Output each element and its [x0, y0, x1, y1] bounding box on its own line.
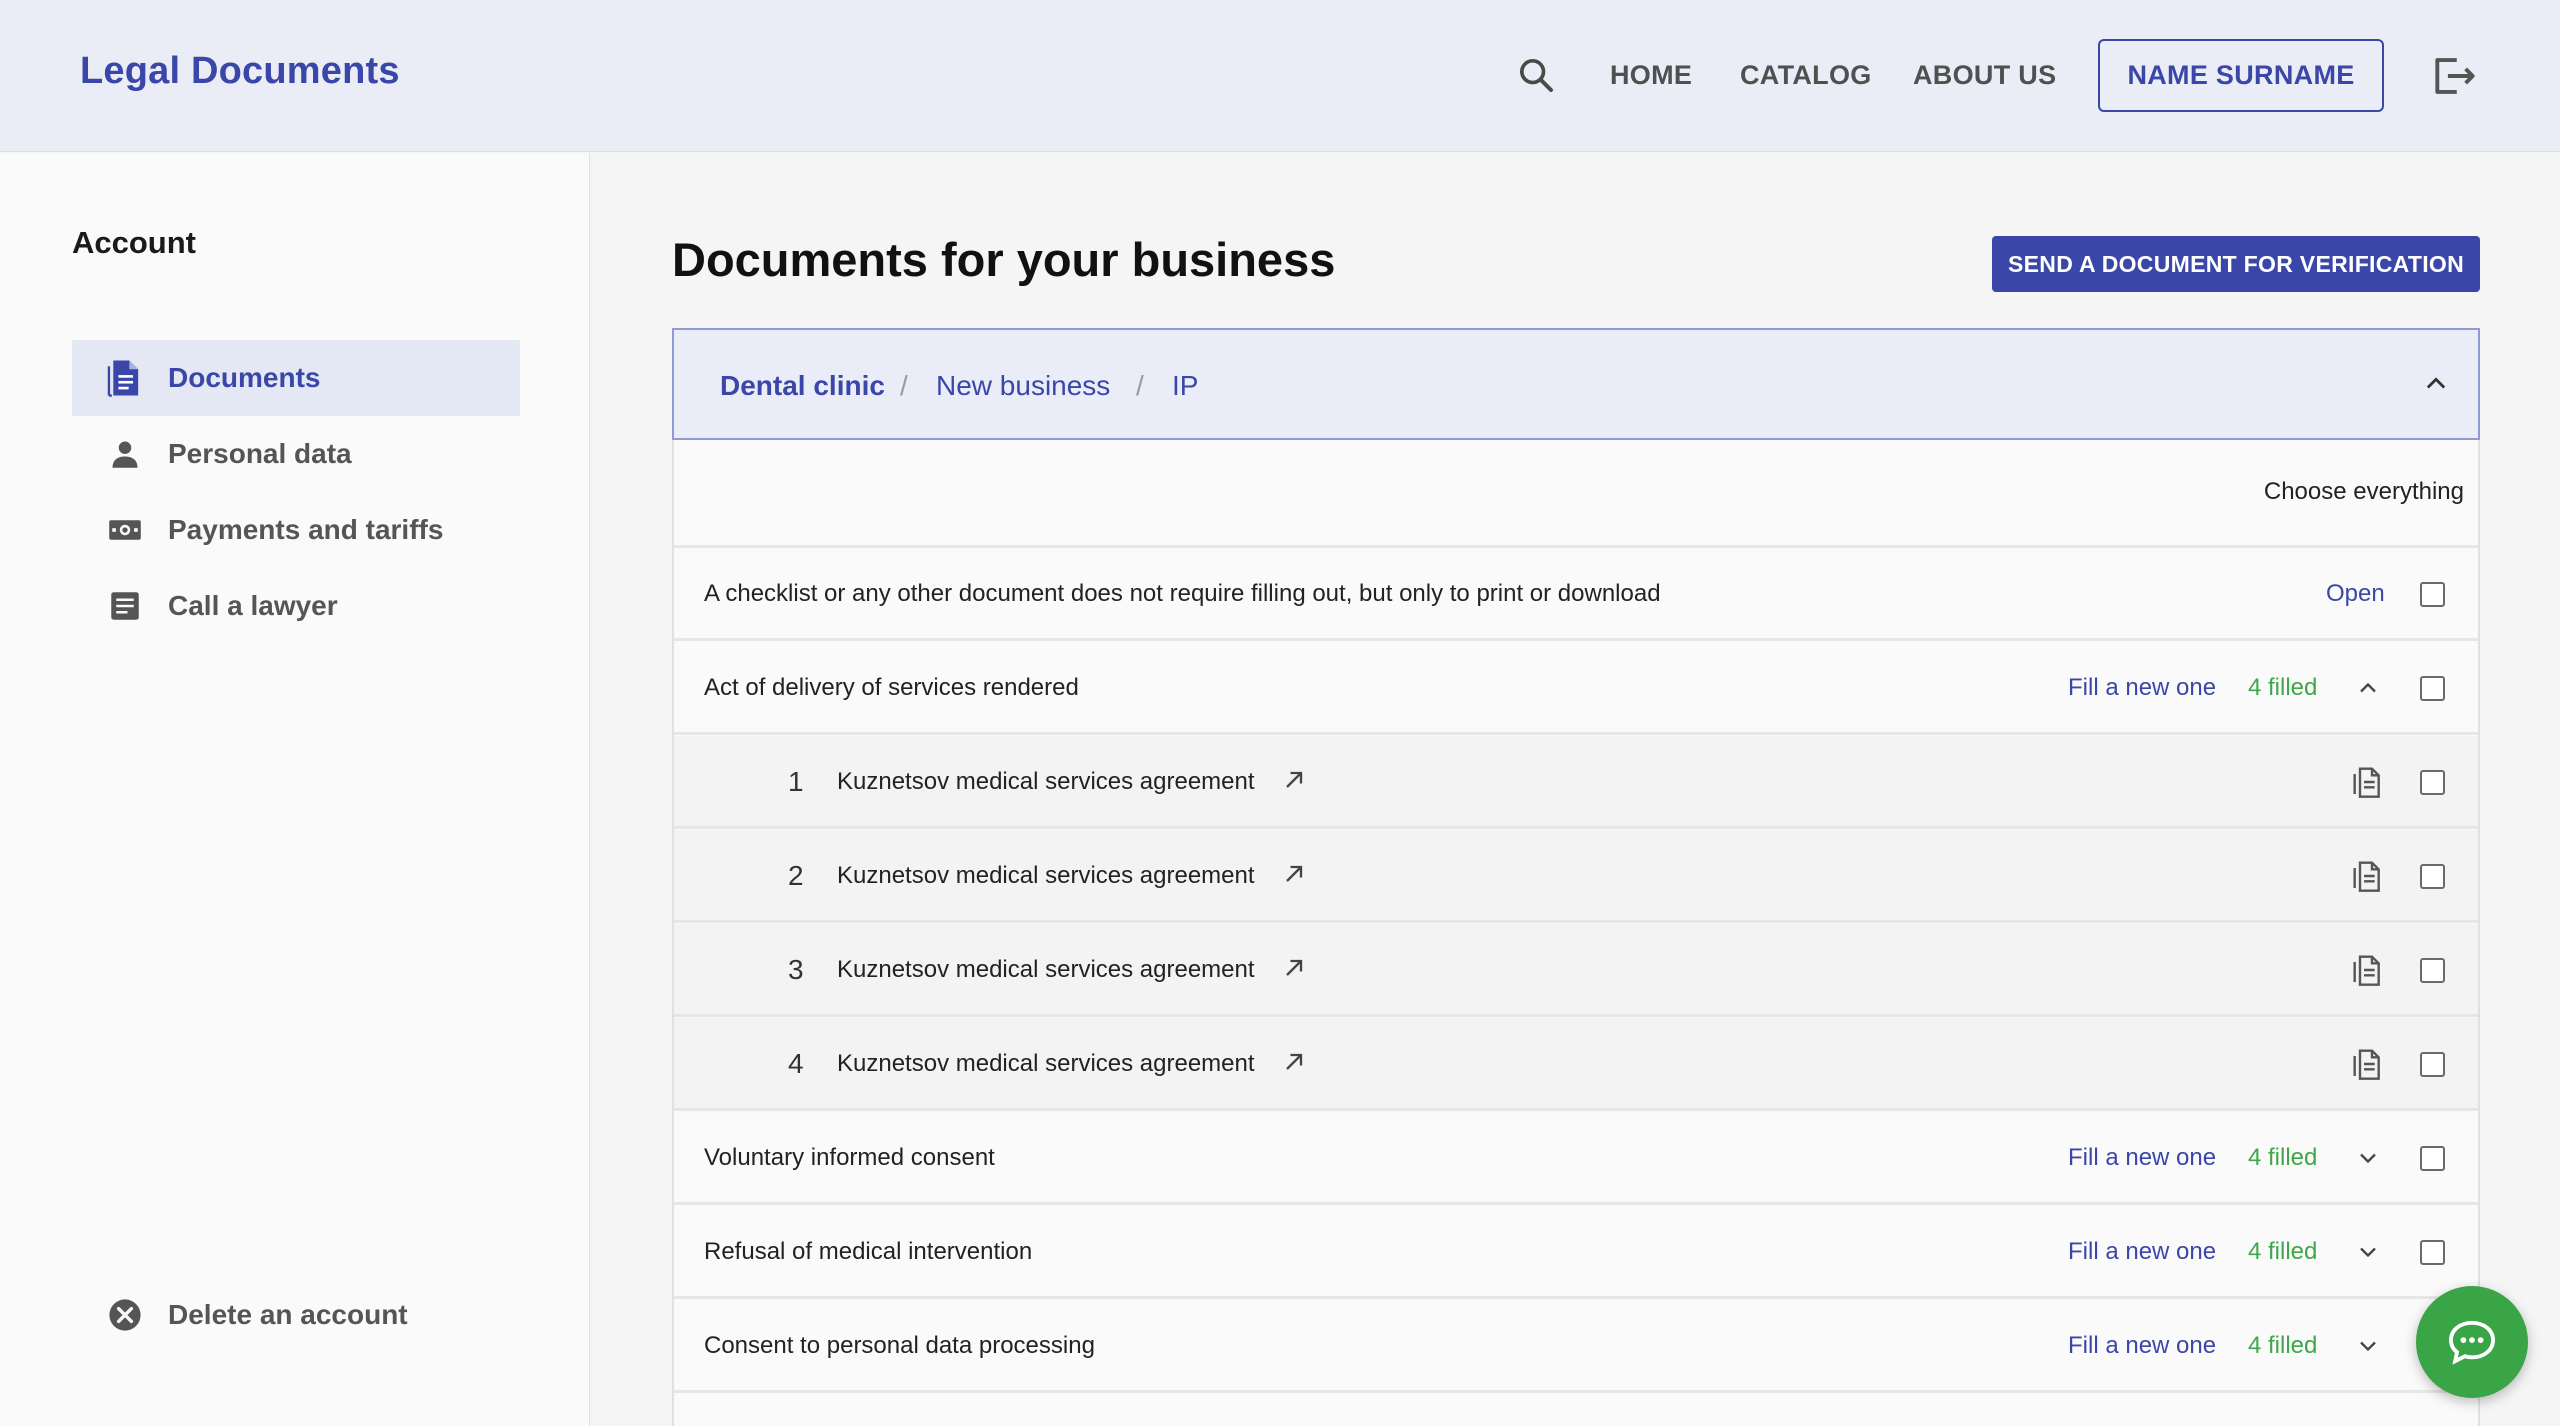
filled-count[interactable]: 4 filled — [2248, 1238, 2317, 1266]
external-link-icon[interactable] — [1280, 954, 1308, 982]
breadcrumb-separator: / — [1136, 370, 1144, 401]
chevron-down-icon[interactable] — [2354, 1238, 2382, 1266]
user-account-button[interactable]: NAME SURNAME — [2098, 39, 2384, 112]
select-all-row: Choose everything — [674, 440, 2478, 548]
sidebar-item-label: Documents — [168, 362, 321, 393]
money-icon — [106, 511, 144, 549]
chevron-up-icon[interactable] — [2354, 674, 2382, 702]
filled-document-row: 1 Kuznetsov medical services agreement — [674, 736, 2478, 829]
document-title: Consent to personal data processing — [704, 1332, 1095, 1359]
document-row: Voluntary informed consent Fill a new on… — [674, 1112, 2478, 1205]
row-checkbox[interactable] — [2420, 958, 2445, 983]
document-title: Refusal of medical intervention — [704, 1238, 1033, 1265]
filled-document-title[interactable]: Kuznetsov medical services agreement — [837, 862, 1255, 890]
filled-document-number: 4 — [788, 1048, 804, 1079]
chevron-down-icon[interactable] — [2354, 1332, 2382, 1360]
row-checkbox[interactable] — [2420, 1240, 2445, 1265]
filled-count[interactable]: 4 filled — [2248, 1144, 2317, 1172]
filled-document-row: 3 Kuznetsov medical services agreement — [674, 924, 2478, 1017]
filled-count[interactable]: 4 filled — [2248, 1332, 2317, 1360]
row-checkbox[interactable] — [2420, 582, 2445, 607]
delete-account-button[interactable]: Delete an account — [72, 1277, 520, 1353]
document-title: Act of delivery of services rendered — [704, 674, 1079, 701]
logout-icon[interactable] — [2432, 56, 2478, 96]
document-row: Consent to personal data processing Fill… — [674, 1300, 2478, 1393]
sidebar-item-documents[interactable]: Documents — [72, 340, 520, 416]
breadcrumb: Dental clinic / New business / IP — [672, 328, 2480, 440]
breadcrumb-item-ip[interactable]: IP — [1172, 370, 1198, 402]
sidebar-item-label: Payments and tariffs — [168, 514, 444, 545]
top-bar: Legal Documents HOME CATALOG ABOUT US NA… — [0, 0, 2560, 152]
notes-icon — [106, 587, 144, 625]
documents-list: Choose everything A checklist or any oth… — [672, 440, 2480, 1426]
nav-home[interactable]: HOME — [1610, 60, 1692, 91]
document-row: A checklist or any other document does n… — [674, 548, 2478, 641]
row-checkbox[interactable] — [2420, 1146, 2445, 1171]
nav-catalog[interactable]: CATALOG — [1740, 60, 1872, 91]
external-link-icon[interactable] — [1280, 860, 1308, 888]
document-outline-icon[interactable] — [2352, 952, 2384, 988]
filled-document-number: 3 — [788, 954, 804, 985]
document-title: Voluntary informed consent — [704, 1144, 995, 1171]
filled-document-number: 2 — [788, 860, 804, 891]
breadcrumb-item-dental-clinic[interactable]: Dental clinic — [720, 370, 885, 402]
person-icon — [106, 435, 144, 473]
filled-document-title[interactable]: Kuznetsov medical services agreement — [837, 768, 1255, 796]
sidebar-item-label: Personal data — [168, 438, 352, 469]
document-icon — [106, 359, 144, 397]
send-for-verification-button[interactable]: SEND A DOCUMENT FOR VERIFICATION — [1992, 236, 2480, 292]
row-checkbox[interactable] — [2420, 676, 2445, 701]
row-checkbox[interactable] — [2420, 1052, 2445, 1077]
document-outline-icon[interactable] — [2352, 1046, 2384, 1082]
fill-new-link[interactable]: Fill a new one — [2068, 1144, 2216, 1172]
row-checkbox[interactable] — [2420, 864, 2445, 889]
fill-new-link[interactable]: Fill a new one — [2068, 1332, 2216, 1360]
open-link[interactable]: Open — [2326, 580, 2385, 608]
fill-new-link[interactable]: Fill a new one — [2068, 674, 2216, 702]
breadcrumb-separator: / — [900, 370, 908, 401]
filled-document-title[interactable]: Kuznetsov medical services agreement — [837, 1050, 1255, 1078]
external-link-icon[interactable] — [1280, 1048, 1308, 1076]
filled-document-row: 4 Kuznetsov medical services agreement — [674, 1018, 2478, 1111]
chat-button[interactable] — [2416, 1286, 2528, 1398]
document-title: A checklist or any other document does n… — [704, 580, 1661, 607]
document-outline-icon[interactable] — [2352, 858, 2384, 894]
nav-about-us[interactable]: ABOUT US — [1913, 60, 2056, 91]
sidebar-item-call-lawyer[interactable]: Call a lawyer — [72, 568, 520, 644]
search-icon[interactable] — [1516, 55, 1556, 95]
chevron-down-icon[interactable] — [2354, 1144, 2382, 1172]
sidebar-item-payments[interactable]: Payments and tariffs — [72, 492, 520, 568]
filled-document-number: 1 — [788, 766, 804, 797]
choose-everything-link[interactable]: Choose everything — [2264, 478, 2464, 506]
close-circle-icon — [106, 1296, 144, 1334]
sidebar-item-personal-data[interactable]: Personal data — [72, 416, 520, 492]
chat-bubble-icon — [2448, 1320, 2496, 1365]
document-row: Refusal of medical intervention Fill a n… — [674, 1206, 2478, 1299]
filled-count[interactable]: 4 filled — [2248, 674, 2317, 702]
page-title: Documents for your business — [672, 233, 1336, 286]
sidebar: Account Documents Personal data Payments… — [0, 153, 590, 1426]
fill-new-link[interactable]: Fill a new one — [2068, 1238, 2216, 1266]
breadcrumb-item-new-business[interactable]: New business — [936, 370, 1110, 402]
external-link-icon[interactable] — [1280, 766, 1308, 794]
sidebar-title: Account — [72, 225, 196, 260]
site-logo[interactable]: Legal Documents — [80, 50, 400, 93]
sidebar-item-label: Call a lawyer — [168, 590, 338, 621]
chevron-up-icon[interactable] — [2422, 370, 2450, 398]
document-outline-icon[interactable] — [2352, 764, 2384, 800]
delete-account-label: Delete an account — [168, 1299, 408, 1330]
document-row: Act of delivery of services rendered Fil… — [674, 642, 2478, 735]
filled-document-title[interactable]: Kuznetsov medical services agreement — [837, 956, 1255, 984]
filled-document-row: 2 Kuznetsov medical services agreement — [674, 830, 2478, 923]
row-checkbox[interactable] — [2420, 770, 2445, 795]
